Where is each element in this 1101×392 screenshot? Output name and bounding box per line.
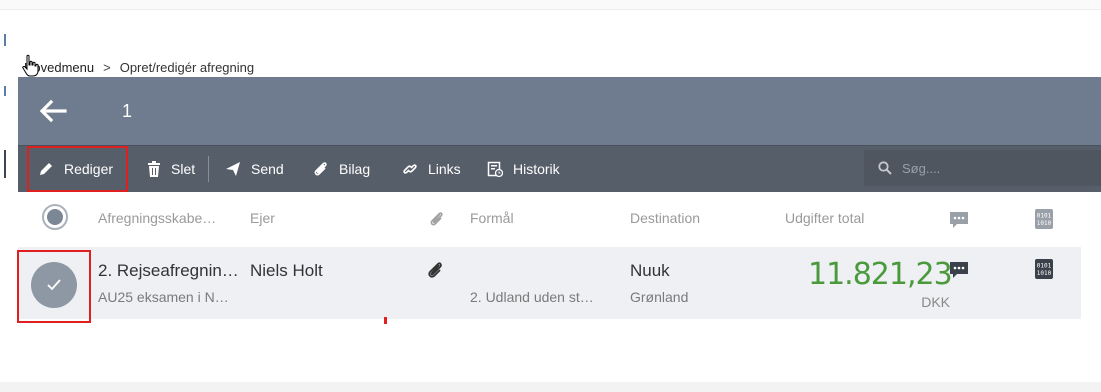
column-header-total[interactable]: Udgifter total xyxy=(785,210,864,226)
top-rule xyxy=(0,0,1101,10)
paperclip-icon[interactable] xyxy=(427,261,445,281)
send-button-label: Send xyxy=(251,161,284,177)
column-header-purpose[interactable]: Formål xyxy=(470,210,514,226)
row-destination-city: Nuuk xyxy=(630,261,670,280)
svg-text:1010: 1010 xyxy=(1037,220,1052,227)
hand-cursor-icon xyxy=(22,54,39,77)
binary-code-column-icon: 0101 1010 xyxy=(1035,209,1053,229)
history-icon xyxy=(487,161,503,177)
attachments-button[interactable]: Bilag xyxy=(313,146,370,192)
table-header: Afregningsskabe… Ejer Formål Destination… xyxy=(18,193,1101,245)
links-button-label: Links xyxy=(428,161,461,177)
page-title: 1 xyxy=(122,101,133,121)
send-button[interactable]: Send xyxy=(225,146,284,192)
links-button[interactable]: Links xyxy=(402,146,461,192)
toolbar-divider xyxy=(208,156,209,182)
link-icon xyxy=(403,164,417,174)
comment-icon[interactable] xyxy=(949,261,969,279)
row-currency: DKK xyxy=(921,294,950,310)
arrow-left-icon[interactable] xyxy=(38,96,68,126)
left-edge-marker xyxy=(4,150,6,178)
row-subtitle: AU25 eksamen i N… xyxy=(98,289,229,305)
row-purpose: 2. Udland uden st… xyxy=(470,289,594,305)
bottom-strip xyxy=(0,382,1101,392)
left-edge-marker xyxy=(4,34,6,46)
attachments-button-label: Bilag xyxy=(339,161,371,177)
row-amount: 11.821,23 xyxy=(808,257,953,292)
red-annotation-mark xyxy=(384,317,387,324)
left-edge-marker xyxy=(4,86,6,96)
comment-column-icon xyxy=(950,212,968,228)
trash-icon xyxy=(148,161,160,177)
paperclip-icon xyxy=(314,162,327,176)
breadcrumb-current: Opret/redigér afregning xyxy=(119,59,255,75)
svg-text:0101: 0101 xyxy=(1037,213,1052,220)
select-all-checkbox[interactable] xyxy=(42,204,68,230)
history-button-label: Historik xyxy=(513,161,560,177)
row-checkbox-highlight xyxy=(17,250,91,323)
attachment-column-icon xyxy=(430,212,443,226)
search-icon xyxy=(878,161,892,175)
column-header-template[interactable]: Afregningsskabe… xyxy=(98,210,216,226)
edit-button-highlight xyxy=(27,146,128,192)
row-name: 2. Rejseafregnin… xyxy=(98,261,239,280)
binary-code-icon[interactable]: 0101 1010 xyxy=(1035,259,1053,279)
toolbar: Rediger Slet Send Bilag Links Historik S… xyxy=(18,145,1101,192)
svg-text:0101: 0101 xyxy=(1037,263,1052,270)
breadcrumb-separator: > xyxy=(103,59,111,75)
header-bar: 1 xyxy=(18,77,1101,145)
row-owner: Niels Holt xyxy=(250,261,323,280)
breadcrumb: Hovedmenu > Opret/redigér afregning xyxy=(24,58,254,76)
svg-text:1010: 1010 xyxy=(1037,270,1052,277)
send-icon xyxy=(226,162,240,176)
row-destination-country: Grønland xyxy=(630,289,689,305)
search-input[interactable] xyxy=(900,159,1084,177)
delete-button[interactable]: Slet xyxy=(147,146,195,192)
search-box[interactable] xyxy=(864,150,1101,186)
column-header-owner[interactable]: Ejer xyxy=(250,210,275,226)
table-row[interactable]: 2. Rejseafregnin… AU25 eksamen i N… Niel… xyxy=(18,247,1081,319)
column-header-destination[interactable]: Destination xyxy=(630,210,700,226)
history-button[interactable]: Historik xyxy=(487,146,560,192)
delete-button-label: Slet xyxy=(171,161,196,177)
